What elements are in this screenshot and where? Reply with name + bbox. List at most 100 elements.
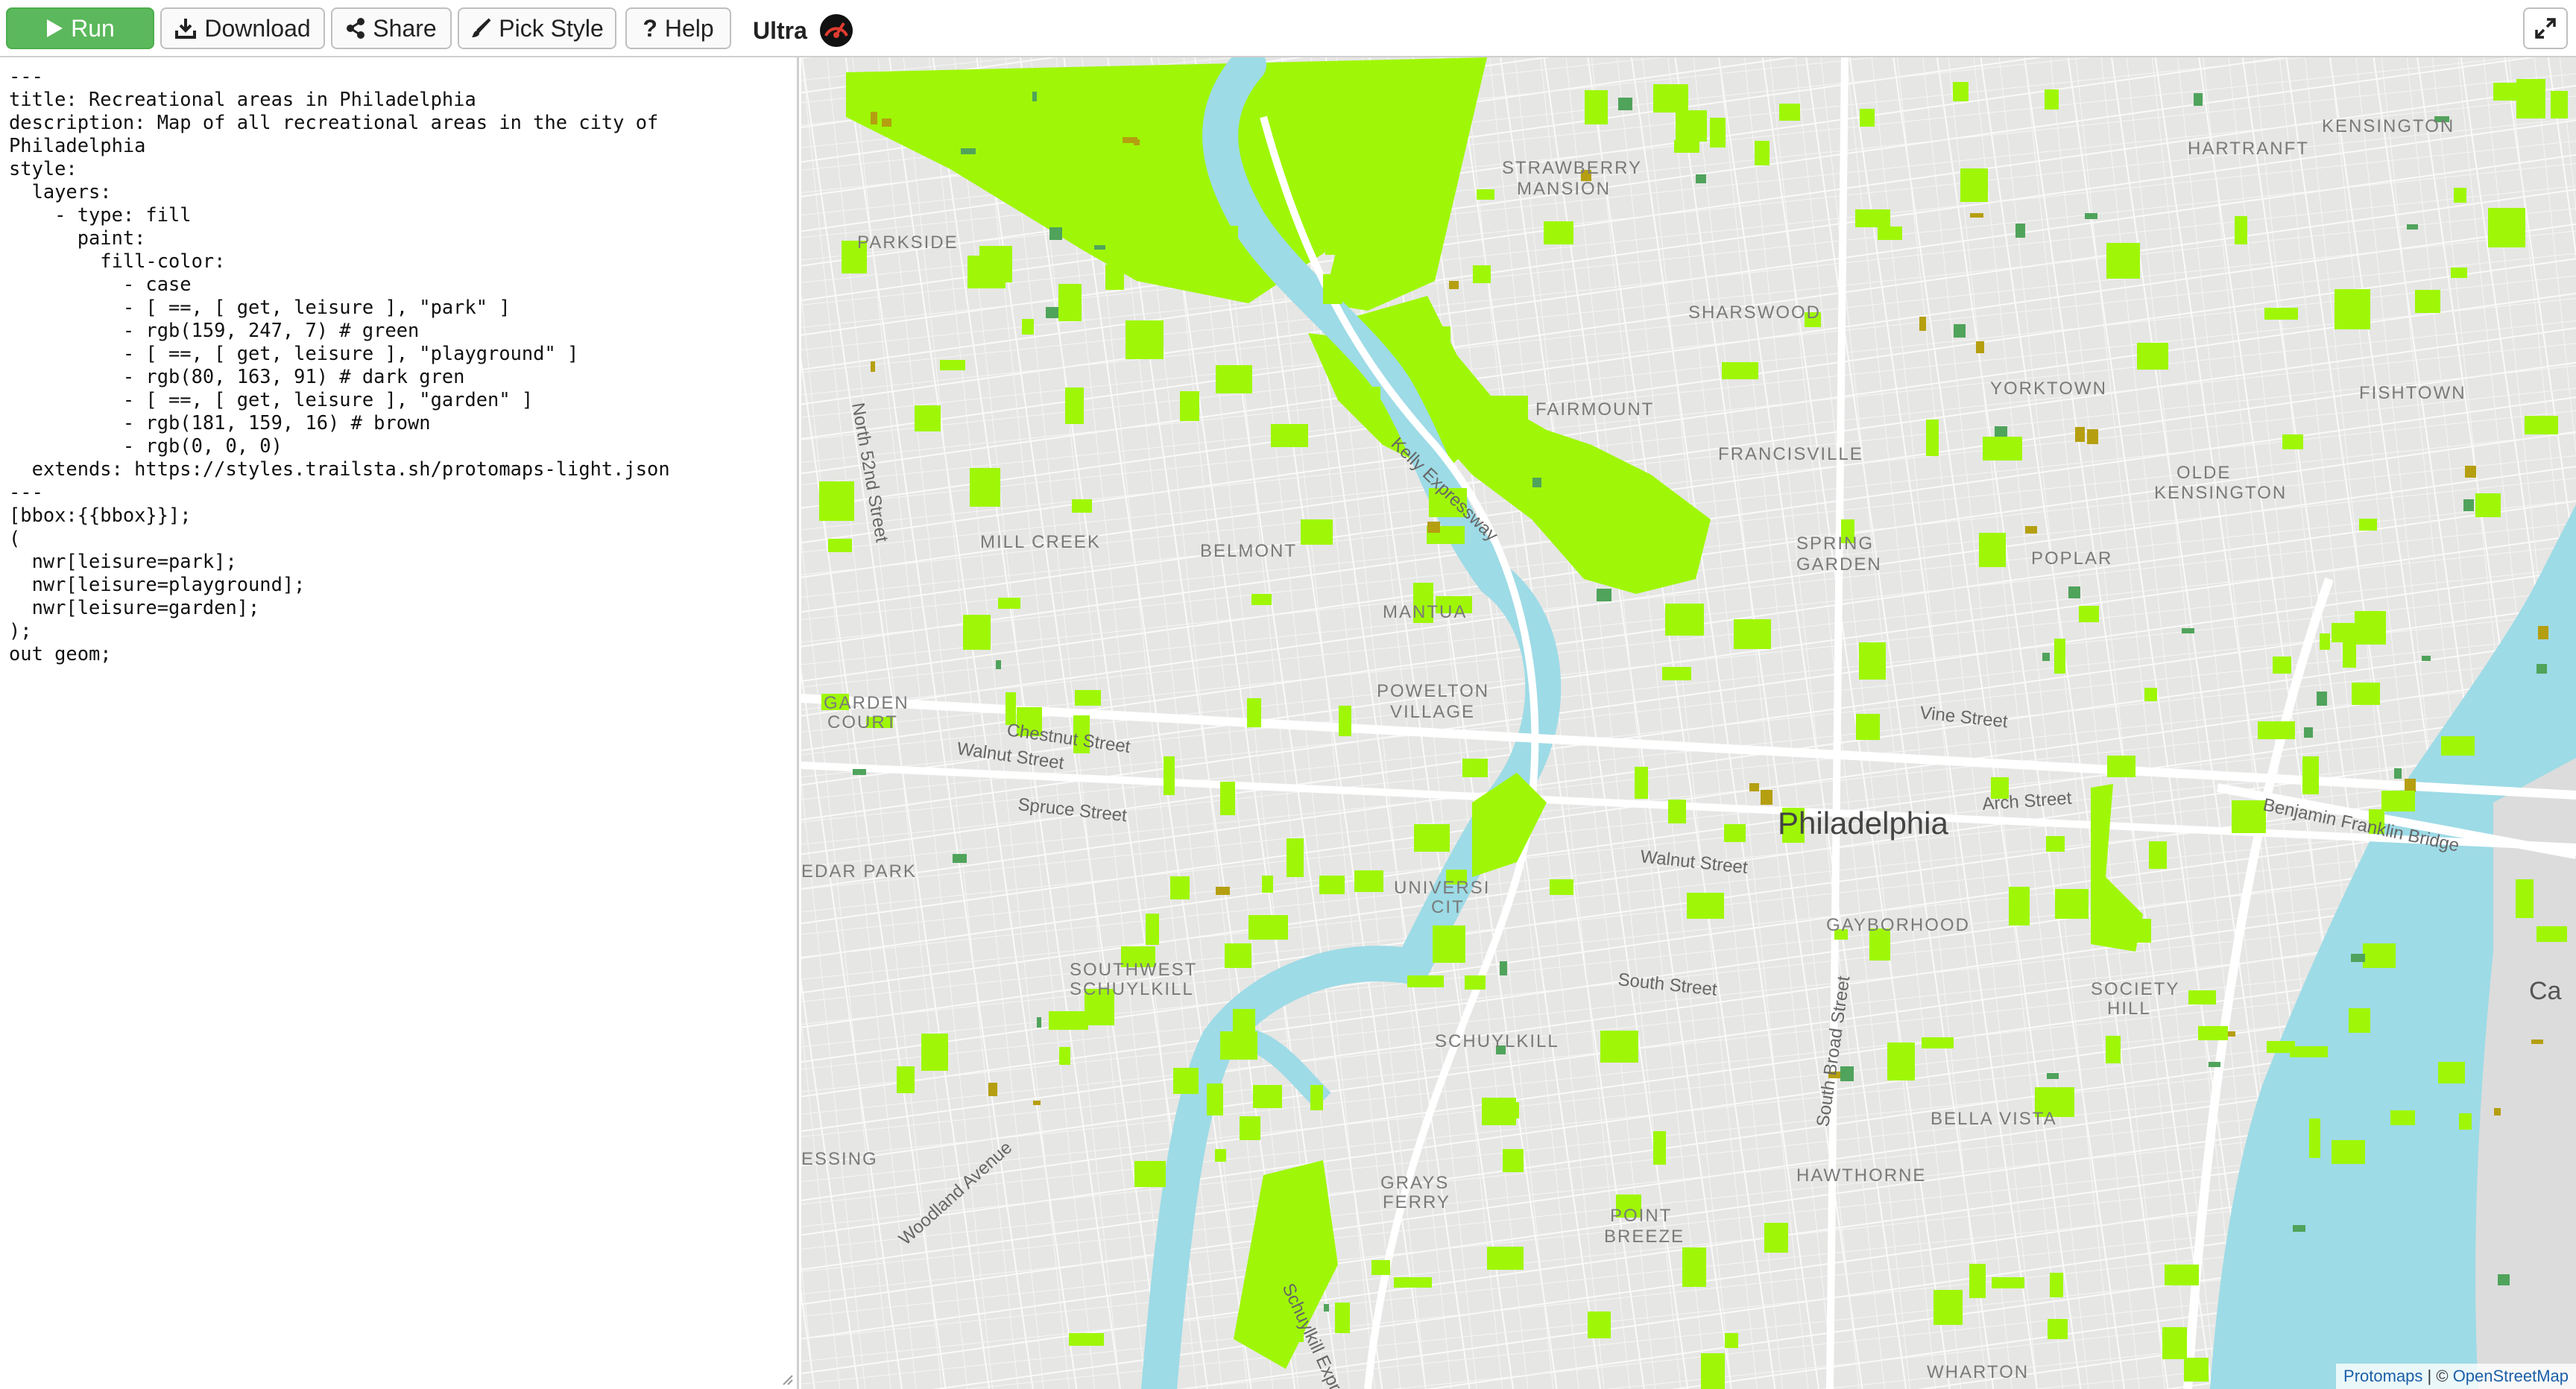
leisure-area	[1761, 790, 1772, 805]
leisure-area	[1473, 265, 1491, 283]
leisure-area	[2525, 416, 2558, 434]
leisure-area	[1635, 767, 1648, 799]
leisure-area	[1840, 1066, 1854, 1081]
neighborhood-camden: Ca	[2529, 977, 2562, 1005]
map-canvas[interactable]: Philadelphia KENSINGTON HARTRANFT STRAWB…	[801, 57, 2576, 1389]
leisure-area	[1354, 870, 1383, 892]
code-line: nwr[leisure=park];	[9, 550, 237, 572]
help-button[interactable]: ? Help	[625, 7, 731, 49]
leisure-area	[1251, 594, 1272, 605]
neighborhood-sharswood: SHARSWOOD	[1688, 303, 1821, 323]
question-icon: ?	[643, 14, 657, 42]
leisure-area	[1490, 396, 1528, 434]
code-line: paint:	[9, 227, 146, 249]
leisure-area	[2258, 721, 2295, 739]
map-view[interactable]: Philadelphia KENSINGTON HARTRANFT STRAWB…	[801, 57, 2576, 1389]
neighborhood-olde-kensington-2: KENSINGTON	[2154, 483, 2287, 503]
leisure-area	[1550, 879, 1573, 895]
share-icon	[347, 18, 365, 39]
code-line: nwr[leisure=garden];	[9, 596, 260, 618]
leisure-area	[961, 148, 976, 154]
code-line: - [ ==, [ get, leisure ], "garden" ]	[9, 388, 534, 411]
leisure-area	[2042, 653, 2050, 661]
leisure-area	[1072, 499, 1092, 513]
fullscreen-button[interactable]	[2523, 7, 2568, 49]
leisure-area	[2536, 926, 2567, 942]
leisure-area	[2290, 1046, 2328, 1057]
query-editor[interactable]: --- title: Recreational areas in Philadel…	[0, 57, 799, 1389]
code-line: (	[9, 527, 21, 549]
download-icon	[175, 19, 197, 39]
code-line: [bbox:{{bbox}}];	[9, 504, 192, 526]
neighborhood-kensington: KENSINGTON	[2322, 116, 2455, 136]
leisure-area	[1324, 1304, 1329, 1312]
download-button[interactable]: Download	[160, 7, 325, 49]
code-line: ---	[9, 65, 43, 87]
leisure-area	[2075, 427, 2085, 442]
leisure-area	[2415, 290, 2440, 313]
neighborhood-point-breeze-2: BREEZE	[1604, 1227, 1685, 1247]
leisure-area	[2055, 889, 2089, 919]
pick-style-label: Pick Style	[499, 14, 604, 42]
neighborhood-powelton-village-2: VILLAGE	[1390, 702, 1475, 722]
leisure-area	[2465, 466, 2476, 478]
neighborhood-yorktown: YORKTOWN	[1990, 379, 2107, 399]
neighborhood-strawberry-mansion-2: MANSION	[1517, 179, 1611, 199]
neighborhood-university-city-2: CIT	[1431, 897, 1465, 917]
leisure-area	[1856, 714, 1880, 740]
neighborhood-fishtown: FISHTOWN	[2359, 383, 2466, 403]
code-line: title: Recreational areas in Philadelphi…	[9, 88, 476, 110]
leisure-area	[1926, 420, 1939, 456]
leisure-area	[1687, 893, 1724, 919]
neighborhood-university-city-1: UNIVERSI	[1394, 878, 1490, 898]
leisure-area	[828, 539, 852, 552]
code-text[interactable]: --- title: Recreational areas in Philadel…	[0, 57, 797, 673]
leisure-area	[940, 360, 965, 370]
leisure-area	[1216, 365, 1252, 393]
leisure-area	[1449, 281, 1459, 289]
leisure-area	[2538, 626, 2548, 639]
protomaps-link[interactable]: Protomaps	[2343, 1367, 2422, 1385]
leisure-area	[1134, 139, 1140, 145]
share-button[interactable]: Share	[331, 7, 452, 49]
code-line: style:	[9, 157, 78, 180]
code-line: - rgb(80, 163, 91) # dark gren	[9, 365, 465, 387]
play-icon	[47, 19, 63, 37]
code-line: - rgb(181, 159, 16) # brown	[9, 411, 431, 434]
leisure-area	[871, 112, 877, 124]
neighborhood-garden-court-2: COURT	[827, 712, 898, 733]
leisure-area	[2359, 519, 2377, 531]
leisure-area	[1710, 118, 1726, 148]
leisure-area	[1544, 475, 1570, 512]
leisure-area	[1676, 110, 1707, 142]
pick-style-button[interactable]: Pick Style	[458, 7, 616, 49]
leisure-area	[1960, 168, 1988, 202]
leisure-area	[1225, 943, 1251, 968]
leisure-area	[2516, 79, 2545, 118]
leisure-area	[871, 361, 875, 372]
leisure-area	[2045, 89, 2059, 110]
leisure-area	[1287, 838, 1304, 877]
leisure-area	[1477, 189, 1494, 200]
leisure-area	[2054, 639, 2065, 674]
leisure-area	[2381, 791, 2415, 811]
neighborhood-powelton-village-1: POWELTON	[1377, 681, 1489, 701]
leisure-area	[1032, 92, 1037, 101]
neighborhood-fairmount: FAIRMOUNT	[1535, 399, 1654, 420]
resize-handle-icon[interactable]	[780, 1373, 794, 1386]
leisure-area	[2198, 1026, 2228, 1040]
leisure-area	[1414, 824, 1450, 852]
leisure-area	[1668, 800, 1686, 823]
code-line: - rgb(159, 247, 7) # green	[9, 319, 420, 341]
leisure-area	[2137, 343, 2168, 370]
leisure-area	[2293, 1225, 2305, 1232]
code-line: - [ ==, [ get, leisure ], "park" ]	[9, 296, 511, 318]
neighborhood-society-hill-1: SOCIETY	[2091, 979, 2179, 999]
leisure-area	[1335, 1303, 1350, 1333]
expand-icon	[2535, 18, 2556, 39]
run-button[interactable]: Run	[6, 7, 154, 49]
code-line: layers:	[9, 180, 112, 203]
openstreetmap-link[interactable]: OpenStreetMap	[2453, 1367, 2569, 1385]
leisure-area	[1371, 1260, 1390, 1275]
leisure-area	[1325, 232, 1341, 255]
